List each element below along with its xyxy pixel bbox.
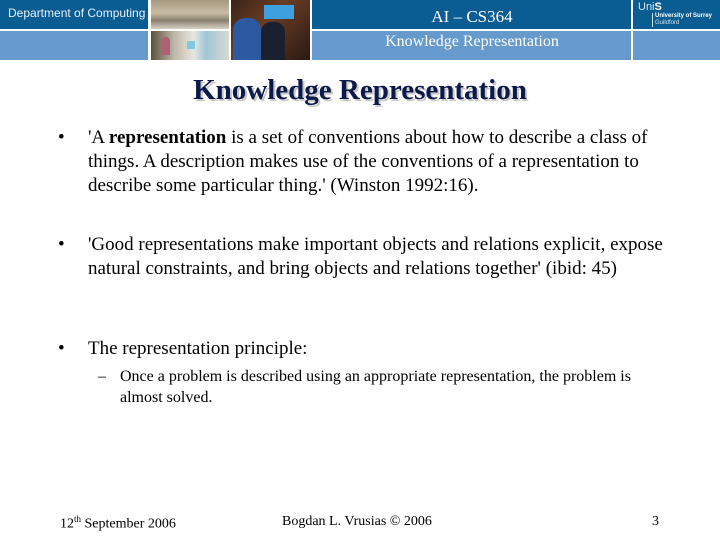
page-number: 3 bbox=[652, 514, 659, 529]
logo-line-2: Guildford bbox=[655, 20, 680, 26]
header-photo-students bbox=[231, 0, 310, 60]
course-subtitle: Knowledge Representation bbox=[385, 33, 559, 50]
dash-icon: – bbox=[98, 368, 106, 385]
header-light-band-left bbox=[0, 31, 148, 60]
sub-bullet-text: Once a problem is described using an app… bbox=[120, 368, 631, 406]
logo-uni-prefix: Uni bbox=[638, 1, 655, 13]
header-photo-lab-top bbox=[151, 0, 229, 29]
footer-author: Bogdan L. Vrusias © 2006 bbox=[282, 514, 432, 529]
bullet-text: The representation principle: bbox=[88, 338, 308, 359]
monitor-shape bbox=[187, 41, 195, 49]
person-shape bbox=[161, 37, 170, 55]
bullet-icon: • bbox=[58, 338, 65, 359]
bullet-text: 'A representation is a set of convention… bbox=[88, 126, 688, 198]
person-shape-2 bbox=[261, 22, 285, 60]
bullet-text-prefix: 'A bbox=[88, 127, 109, 148]
footer-date: 12th September 2006 bbox=[60, 514, 176, 533]
bullet-icon: • bbox=[58, 234, 65, 255]
course-title: AI – CS364 bbox=[431, 7, 513, 26]
university-logo-text: University of Surrey Guildford bbox=[652, 13, 712, 27]
header-light-band-right bbox=[633, 31, 720, 60]
bullet-text: 'Good representations make important obj… bbox=[88, 234, 663, 279]
header-photo-lab-bottom bbox=[151, 31, 229, 60]
bullet-text-bold: representation bbox=[108, 127, 227, 148]
bullet-icon: • bbox=[58, 127, 65, 148]
unis-logo: UniS bbox=[638, 1, 662, 13]
screen-shape bbox=[264, 5, 294, 19]
footer-date-rest: September 2006 bbox=[81, 516, 176, 532]
person-shape-1 bbox=[233, 18, 261, 60]
department-label: Department of Computing bbox=[8, 6, 146, 20]
footer-date-day: 12 bbox=[60, 516, 74, 532]
slide-title: Knowledge Representation bbox=[193, 74, 527, 106]
footer-date-suffix: th bbox=[74, 514, 82, 524]
logo-uni-suffix: S bbox=[654, 1, 662, 13]
logo-line-1: University of Surrey bbox=[655, 13, 713, 19]
